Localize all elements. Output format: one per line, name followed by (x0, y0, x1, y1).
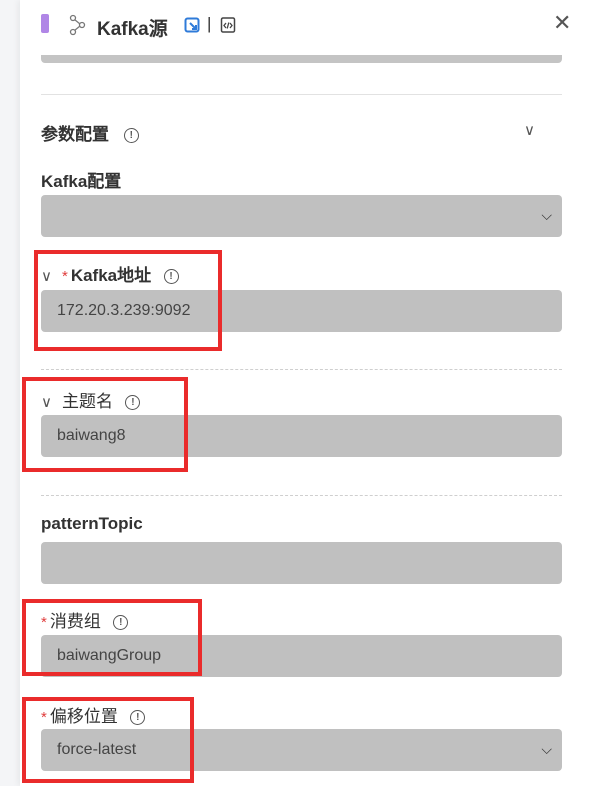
header-separator: | (207, 14, 212, 33)
close-icon[interactable]: ✕ (553, 10, 571, 36)
section-divider (41, 94, 562, 95)
highlight-box (22, 377, 188, 472)
highlight-box (34, 250, 222, 351)
pattern-topic-label: patternTopic (41, 514, 143, 533)
panel-title: Kafka源 (97, 19, 168, 40)
open-link-icon[interactable] (184, 17, 200, 33)
section-title: 参数配置 (41, 125, 109, 144)
highlight-box (22, 599, 202, 676)
chevron-down-icon[interactable]: ∨ (524, 121, 535, 139)
scrolled-field-bottom (41, 55, 562, 63)
field-divider (41, 369, 562, 370)
graph-icon (69, 14, 86, 36)
section-header[interactable]: 参数配置 ! (41, 120, 139, 145)
kafka-config-label: Kafka配置 (41, 172, 122, 191)
header-accent-bar (41, 14, 49, 33)
field-divider (41, 495, 562, 496)
highlight-box (22, 697, 194, 783)
code-file-icon[interactable] (220, 17, 236, 33)
chevron-down-icon: ⌵ (541, 741, 552, 757)
chevron-down-icon: ⌵ (541, 207, 552, 223)
kafka-config-select[interactable]: ⌵ (41, 195, 562, 237)
pattern-topic-input[interactable] (41, 542, 562, 584)
info-icon: ! (123, 128, 139, 143)
